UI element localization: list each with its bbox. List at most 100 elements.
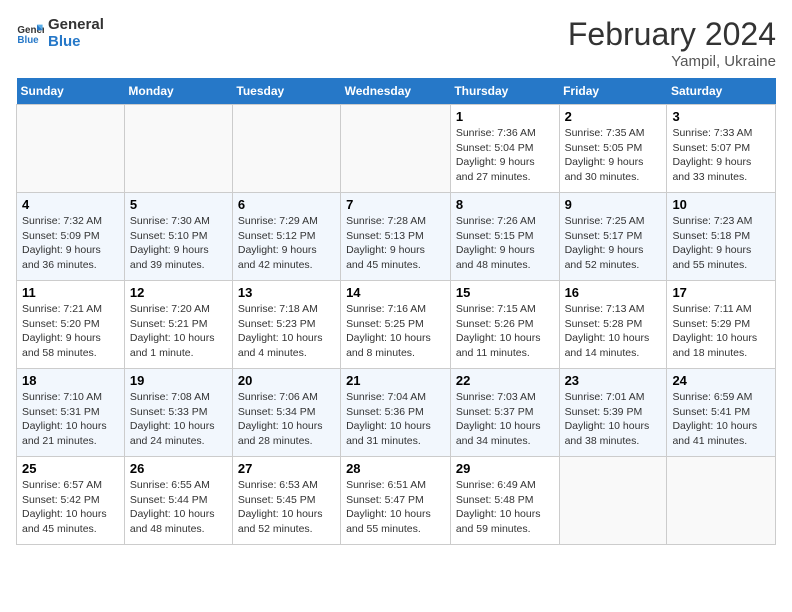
day-info: Sunrise: 6:57 AMSunset: 5:42 PMDaylight:… (22, 478, 119, 537)
calendar-cell: 28 Sunrise: 6:51 AMSunset: 5:47 PMDayligh… (341, 457, 451, 545)
calendar-cell: 5 Sunrise: 7:30 AMSunset: 5:10 PMDaylight… (124, 193, 232, 281)
day-info: Sunrise: 7:18 AMSunset: 5:23 PMDaylight:… (238, 302, 335, 361)
day-info: Sunrise: 7:08 AMSunset: 5:33 PMDaylight:… (130, 390, 227, 449)
day-info: Sunrise: 6:51 AMSunset: 5:47 PMDaylight:… (346, 478, 445, 537)
day-number: 10 (672, 197, 770, 212)
calendar-cell: 6 Sunrise: 7:29 AMSunset: 5:12 PMDaylight… (232, 193, 340, 281)
day-number: 29 (456, 461, 554, 476)
day-info: Sunrise: 7:06 AMSunset: 5:34 PMDaylight:… (238, 390, 335, 449)
calendar-week-2: 4 Sunrise: 7:32 AMSunset: 5:09 PMDaylight… (17, 193, 776, 281)
day-number: 17 (672, 285, 770, 300)
logo: General Blue General Blue (16, 16, 104, 51)
day-info: Sunrise: 6:49 AMSunset: 5:48 PMDaylight:… (456, 478, 554, 537)
day-info: Sunrise: 7:13 AMSunset: 5:28 PMDaylight:… (565, 302, 662, 361)
day-number: 24 (672, 373, 770, 388)
calendar-cell: 7Sunrise: 7:28 AMSunset: 5:13 PMDaylight… (341, 193, 451, 281)
day-number: 9 (565, 197, 662, 212)
calendar-cell: 14 Sunrise: 7:16 AMSunset: 5:25 PMDayligh… (341, 281, 451, 369)
weekday-header-sunday: Sunday (17, 78, 125, 105)
day-info: Sunrise: 7:21 AMSunset: 5:20 PMDaylight:… (22, 302, 119, 361)
title-block: February 2024 Yampil, Ukraine (568, 16, 776, 70)
day-info: Sunrise: 7:16 AMSunset: 5:25 PMDaylight:… (346, 302, 445, 361)
calendar-cell (232, 105, 340, 193)
calendar-cell: 15Sunrise: 7:15 AMSunset: 5:26 PMDayligh… (450, 281, 559, 369)
weekday-header-wednesday: Wednesday (341, 78, 451, 105)
month-title: February 2024 (568, 16, 776, 53)
location-subtitle: Yampil, Ukraine (568, 53, 776, 70)
day-number: 3 (672, 109, 770, 124)
day-number: 5 (130, 197, 227, 212)
calendar-cell: 17 Sunrise: 7:11 AMSunset: 5:29 PMDayligh… (667, 281, 776, 369)
calendar-cell: 12 Sunrise: 7:20 AMSunset: 5:21 PMDayligh… (124, 281, 232, 369)
logo-general: General (48, 16, 104, 33)
weekday-header-saturday: Saturday (667, 78, 776, 105)
weekday-header-friday: Friday (559, 78, 667, 105)
weekday-header-tuesday: Tuesday (232, 78, 340, 105)
day-number: 21 (346, 373, 445, 388)
day-number: 16 (565, 285, 662, 300)
day-info: Sunrise: 6:59 AMSunset: 5:41 PMDaylight:… (672, 390, 770, 449)
calendar-table: SundayMondayTuesdayWednesdayThursdayFrid… (16, 78, 776, 545)
calendar-week-4: 18Sunrise: 7:10 AMSunset: 5:31 PMDayligh… (17, 369, 776, 457)
calendar-week-3: 11Sunrise: 7:21 AMSunset: 5:20 PMDayligh… (17, 281, 776, 369)
calendar-cell: 21 Sunrise: 7:04 AMSunset: 5:36 PMDayligh… (341, 369, 451, 457)
logo-blue: Blue (48, 33, 104, 50)
calendar-cell: 20 Sunrise: 7:06 AMSunset: 5:34 PMDayligh… (232, 369, 340, 457)
calendar-cell: 8Sunrise: 7:26 AMSunset: 5:15 PMDaylight… (450, 193, 559, 281)
day-number: 27 (238, 461, 335, 476)
calendar-cell: 9 Sunrise: 7:25 AMSunset: 5:17 PMDaylight… (559, 193, 667, 281)
day-info: Sunrise: 7:20 AMSunset: 5:21 PMDaylight:… (130, 302, 227, 361)
calendar-cell: 29 Sunrise: 6:49 AMSunset: 5:48 PMDayligh… (450, 457, 559, 545)
calendar-cell: 25 Sunrise: 6:57 AMSunset: 5:42 PMDayligh… (17, 457, 125, 545)
calendar-cell: 11Sunrise: 7:21 AMSunset: 5:20 PMDayligh… (17, 281, 125, 369)
day-info: Sunrise: 7:30 AMSunset: 5:10 PMDaylight:… (130, 214, 227, 273)
calendar-cell: 10 Sunrise: 7:23 AMSunset: 5:18 PMDayligh… (667, 193, 776, 281)
day-info: Sunrise: 7:33 AMSunset: 5:07 PMDaylight:… (672, 126, 770, 185)
day-number: 14 (346, 285, 445, 300)
day-number: 13 (238, 285, 335, 300)
page-header: General Blue General Blue February 2024 … (16, 16, 776, 70)
calendar-cell: 24 Sunrise: 6:59 AMSunset: 5:41 PMDayligh… (667, 369, 776, 457)
weekday-header-thursday: Thursday (450, 78, 559, 105)
calendar-cell: 23 Sunrise: 7:01 AMSunset: 5:39 PMDayligh… (559, 369, 667, 457)
calendar-cell (667, 457, 776, 545)
calendar-cell: 22Sunrise: 7:03 AMSunset: 5:37 PMDayligh… (450, 369, 559, 457)
day-number: 6 (238, 197, 335, 212)
logo-icon: General Blue (16, 19, 44, 47)
day-number: 19 (130, 373, 227, 388)
day-number: 23 (565, 373, 662, 388)
calendar-cell: 19 Sunrise: 7:08 AMSunset: 5:33 PMDayligh… (124, 369, 232, 457)
day-number: 12 (130, 285, 227, 300)
day-info: Sunrise: 7:03 AMSunset: 5:37 PMDaylight:… (456, 390, 554, 449)
day-info: Sunrise: 7:28 AMSunset: 5:13 PMDaylight:… (346, 214, 445, 273)
day-number: 28 (346, 461, 445, 476)
calendar-cell (341, 105, 451, 193)
day-number: 20 (238, 373, 335, 388)
calendar-cell: 18Sunrise: 7:10 AMSunset: 5:31 PMDayligh… (17, 369, 125, 457)
day-number: 26 (130, 461, 227, 476)
day-info: Sunrise: 7:26 AMSunset: 5:15 PMDaylight:… (456, 214, 554, 273)
calendar-cell: 13 Sunrise: 7:18 AMSunset: 5:23 PMDayligh… (232, 281, 340, 369)
day-info: Sunrise: 6:53 AMSunset: 5:45 PMDaylight:… (238, 478, 335, 537)
day-info: Sunrise: 7:01 AMSunset: 5:39 PMDaylight:… (565, 390, 662, 449)
day-info: Sunrise: 7:04 AMSunset: 5:36 PMDaylight:… (346, 390, 445, 449)
day-info: Sunrise: 7:29 AMSunset: 5:12 PMDaylight:… (238, 214, 335, 273)
day-number: 25 (22, 461, 119, 476)
calendar-week-1: 1Sunrise: 7:36 AMSunset: 5:04 PMDaylight… (17, 105, 776, 193)
day-info: Sunrise: 6:55 AMSunset: 5:44 PMDaylight:… (130, 478, 227, 537)
day-info: Sunrise: 7:35 AMSunset: 5:05 PMDaylight:… (565, 126, 662, 185)
calendar-cell (559, 457, 667, 545)
day-info: Sunrise: 7:10 AMSunset: 5:31 PMDaylight:… (22, 390, 119, 449)
calendar-week-5: 25 Sunrise: 6:57 AMSunset: 5:42 PMDayligh… (17, 457, 776, 545)
day-info: Sunrise: 7:11 AMSunset: 5:29 PMDaylight:… (672, 302, 770, 361)
day-number: 4 (22, 197, 119, 212)
calendar-cell: 26 Sunrise: 6:55 AMSunset: 5:44 PMDayligh… (124, 457, 232, 545)
calendar-cell: 1Sunrise: 7:36 AMSunset: 5:04 PMDaylight… (450, 105, 559, 193)
day-info: Sunrise: 7:32 AMSunset: 5:09 PMDaylight:… (22, 214, 119, 273)
day-info: Sunrise: 7:23 AMSunset: 5:18 PMDaylight:… (672, 214, 770, 273)
calendar-cell (124, 105, 232, 193)
calendar-cell: 2Sunrise: 7:35 AMSunset: 5:05 PMDaylight… (559, 105, 667, 193)
day-info: Sunrise: 7:25 AMSunset: 5:17 PMDaylight:… (565, 214, 662, 273)
calendar-cell: 16 Sunrise: 7:13 AMSunset: 5:28 PMDayligh… (559, 281, 667, 369)
svg-text:Blue: Blue (17, 35, 39, 46)
